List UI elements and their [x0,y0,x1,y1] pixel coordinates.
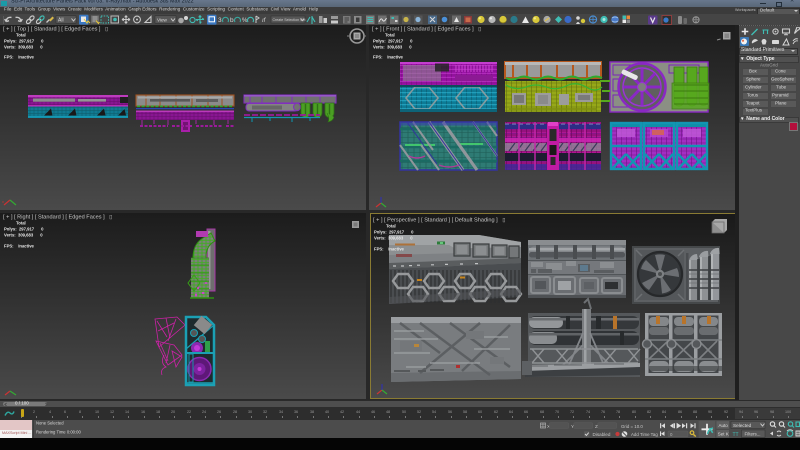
svg-text:Add Time Tag: Add Time Tag [631,432,658,437]
svg-text:3: 3 [218,17,222,24]
svg-text:Set K: Set K [718,431,729,436]
svg-text:Auto: Auto [719,422,729,427]
svg-text:Filters...: Filters... [745,431,761,436]
svg-text:Create Selection Set: Create Selection Set [273,17,306,21]
svg-text:Selected: Selected [733,422,752,427]
svg-text:Disabled: Disabled [593,432,611,437]
svg-text:TT: TT [733,432,739,438]
svg-text:All: All [58,17,64,23]
svg-text:View: View [157,17,168,22]
svg-text:b: b [230,17,234,24]
svg-text:Grid = 10.0: Grid = 10.0 [621,423,643,428]
svg-text:ıf: ıf [262,18,267,24]
svg-text:x: x [2,199,4,204]
